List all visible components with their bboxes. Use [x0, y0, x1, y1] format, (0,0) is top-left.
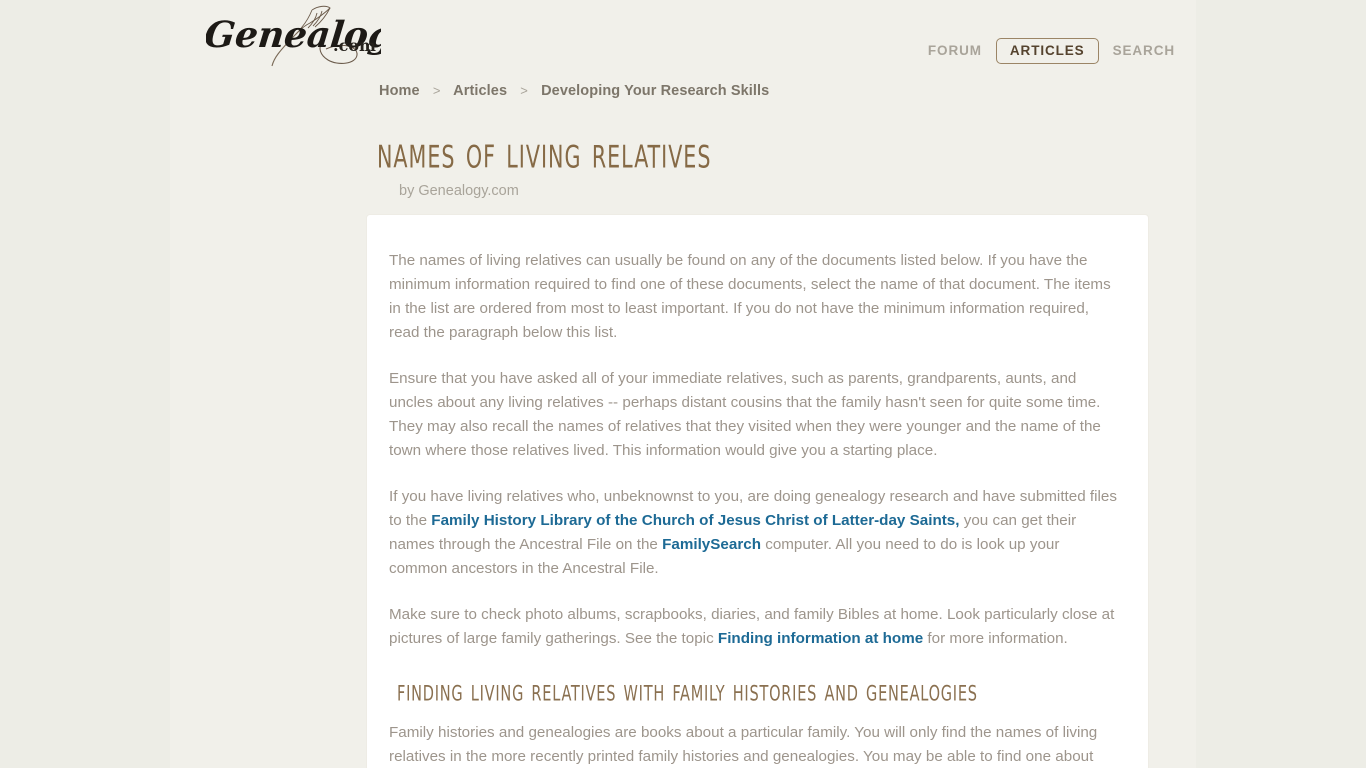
- article-inline-link[interactable]: Finding information at home: [718, 630, 923, 647]
- nav-item-articles[interactable]: ARTICLES: [995, 38, 1099, 64]
- page-container: Genealogy .com FORUM ARTICLES SEARCH Hom…: [170, 0, 1196, 768]
- page-title: Names of living relatives: [377, 127, 712, 179]
- article-paragraph: Ensure that you have asked all of your i…: [389, 370, 1101, 459]
- article-header: Names of living relatives by Genealogy.c…: [377, 127, 785, 199]
- breadcrumb: Home > Articles > Developing Your Resear…: [379, 83, 769, 99]
- breadcrumb-separator: >: [520, 83, 528, 98]
- breadcrumb-item-current: Developing Your Research Skills: [541, 83, 770, 99]
- article-paragraph: Make sure to check photo albums, scrapbo…: [389, 606, 1115, 647]
- genealogy-logo-icon: Genealogy .com: [202, 5, 420, 67]
- section-heading: Finding living relatives with family his…: [397, 674, 978, 709]
- breadcrumb-separator: >: [432, 83, 441, 98]
- nav-item-search[interactable]: SEARCH: [1099, 39, 1189, 63]
- article-paragraph: The names of living relatives can usuall…: [389, 252, 1111, 341]
- article-inline-link[interactable]: Family History Library of the Church of …: [431, 512, 959, 529]
- site-header: Genealogy .com FORUM ARTICLES SEARCH: [170, 0, 1196, 74]
- article-paragraph: Family histories and genealogies are boo…: [389, 724, 1098, 765]
- breadcrumb-item-articles[interactable]: Articles: [453, 83, 507, 99]
- page-background: Genealogy .com FORUM ARTICLES SEARCH Hom…: [0, 0, 1366, 768]
- breadcrumb-item-home[interactable]: Home: [379, 83, 420, 99]
- article-content-card: The names of living relatives can usuall…: [366, 214, 1149, 768]
- nav-item-forum[interactable]: FORUM: [914, 39, 996, 63]
- article-paragraph: If you have living relatives who, unbekn…: [389, 488, 1117, 577]
- article-inline-link[interactable]: FamilySearch: [662, 536, 761, 553]
- article-body: The names of living relatives can usuall…: [367, 215, 1148, 768]
- main-navigation[interactable]: FORUM ARTICLES SEARCH: [914, 38, 1189, 64]
- logo-tld-text: .com: [333, 36, 376, 55]
- article-byline: by Genealogy.com: [399, 183, 519, 199]
- site-logo[interactable]: Genealogy .com: [202, 2, 420, 70]
